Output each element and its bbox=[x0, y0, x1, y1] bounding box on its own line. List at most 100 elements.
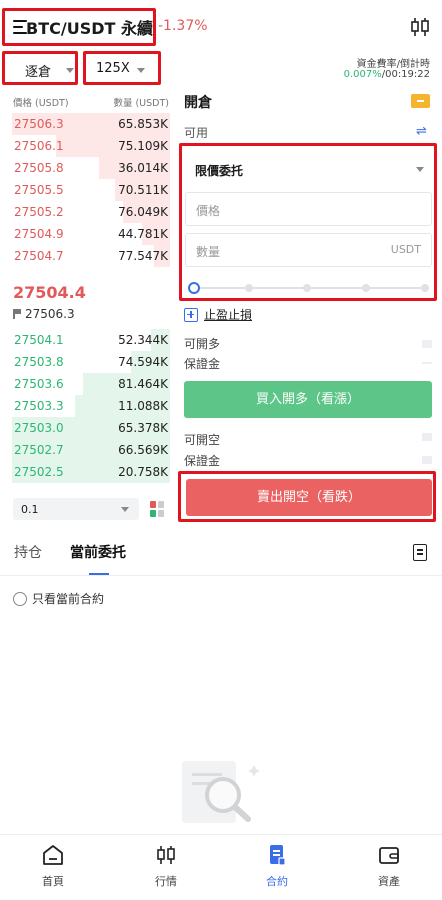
nav-home[interactable]: 首頁 bbox=[23, 843, 83, 889]
bid-quantity: 20.758K bbox=[118, 465, 168, 479]
contract-icon bbox=[270, 845, 286, 866]
ask-quantity: 75.109K bbox=[118, 139, 168, 153]
sell-short-button[interactable]: 賣出開空（看跌） bbox=[186, 479, 432, 516]
slider-step[interactable] bbox=[421, 284, 429, 292]
coupon-icon[interactable] bbox=[411, 94, 430, 108]
tp-sl-toggle[interactable]: 止盈止損 bbox=[184, 306, 252, 323]
bid-quantity: 74.594K bbox=[118, 355, 168, 369]
funding-countdown: /00:19:22 bbox=[381, 69, 430, 80]
slider-step[interactable] bbox=[245, 284, 253, 292]
candlestick-icon[interactable] bbox=[408, 15, 432, 39]
ask-row[interactable]: 27504.7 77.547K bbox=[12, 245, 170, 267]
qty-column-header: 數量 (USDT) bbox=[113, 98, 169, 109]
funding-values: 0.007%/00:19:22 bbox=[344, 69, 430, 80]
ask-quantity: 44.781K bbox=[118, 227, 168, 241]
margin-short-value bbox=[422, 456, 432, 464]
bid-quantity: 81.464K bbox=[118, 377, 168, 391]
buy-long-button[interactable]: 買入開多（看漲） bbox=[184, 381, 432, 418]
tab-positions[interactable]: 持仓 bbox=[14, 542, 42, 562]
can-open-short-value bbox=[422, 433, 432, 441]
margin-mode-value: 逐倉 bbox=[25, 65, 52, 80]
ask-row[interactable]: 27504.9 44.781K bbox=[12, 223, 170, 245]
mark-price-row: 27506.3 bbox=[13, 307, 75, 321]
can-open-long-value bbox=[422, 340, 432, 348]
amount-slider[interactable] bbox=[188, 282, 432, 294]
order-type-select[interactable]: 限價委托 bbox=[185, 149, 434, 187]
bid-row[interactable]: 27503.6 81.464K bbox=[12, 373, 170, 395]
funding-rate: 0.007% bbox=[343, 69, 382, 80]
can-open-long-label: 可開多 bbox=[184, 337, 221, 351]
ask-quantity: 76.049K bbox=[118, 205, 168, 219]
margin-long-label: 保證金 bbox=[184, 357, 221, 371]
nav-label: 合約 bbox=[266, 875, 288, 888]
bid-row[interactable]: 27502.5 20.758K bbox=[12, 461, 170, 483]
ask-price: 27504.7 bbox=[14, 249, 64, 263]
pair-selector[interactable]: BTC/USDT 永續 bbox=[2, 8, 156, 46]
bid-quantity: 52.344K bbox=[118, 333, 168, 347]
bid-row[interactable]: 27503.8 74.594K bbox=[12, 351, 170, 373]
leverage-value: 125X bbox=[96, 61, 130, 76]
orderbook-header: 價格 (USDT) 數量 (USDT) bbox=[13, 95, 169, 109]
transfer-icon[interactable]: ⇌ bbox=[416, 124, 427, 139]
order-type-value: 限價委托 bbox=[195, 164, 244, 178]
ask-row[interactable]: 27505.8 36.014K bbox=[12, 157, 170, 179]
bottom-nav: 首頁 行情 合約 資產 bbox=[0, 834, 442, 900]
nav-assets[interactable]: 資產 bbox=[359, 843, 419, 889]
bid-price: 27502.5 bbox=[14, 465, 64, 479]
bid-row[interactable]: 27503.0 65.378K bbox=[12, 417, 170, 439]
ask-price: 27505.8 bbox=[14, 161, 64, 175]
available-label: 可用 bbox=[184, 126, 209, 140]
ask-row[interactable]: 27505.5 70.511K bbox=[12, 179, 170, 201]
chevron-down-icon bbox=[66, 68, 74, 73]
leverage-select[interactable]: 125X bbox=[83, 51, 161, 85]
sell-short-container: 賣出開空（看跌） bbox=[178, 471, 436, 522]
bid-price: 27503.6 bbox=[14, 377, 64, 391]
depth-step-select[interactable]: 0.1 bbox=[13, 498, 139, 520]
bid-price: 27503.0 bbox=[14, 421, 64, 435]
ask-row[interactable]: 27505.2 76.049K bbox=[12, 201, 170, 223]
margin-long-value bbox=[422, 362, 432, 364]
last-price[interactable]: 27504.4 bbox=[13, 283, 86, 302]
nav-contract[interactable]: 合約 bbox=[247, 843, 307, 889]
ask-quantity: 70.511K bbox=[118, 183, 168, 197]
ask-quantity: 36.014K bbox=[118, 161, 168, 175]
price-change: -1.37% bbox=[158, 18, 208, 34]
orderbook-layout-icon[interactable] bbox=[150, 501, 164, 517]
bid-row[interactable]: 27503.3 11.088K bbox=[12, 395, 170, 417]
ask-row[interactable]: 27506.3 65.853K bbox=[12, 113, 170, 135]
order-history-icon[interactable] bbox=[413, 544, 427, 561]
pair-title: BTC/USDT 永續 bbox=[26, 19, 153, 38]
margin-mode-select[interactable]: 逐倉 bbox=[2, 51, 78, 85]
bid-price: 27502.7 bbox=[14, 443, 64, 457]
bid-row[interactable]: 27502.7 66.569K bbox=[12, 439, 170, 461]
chevron-down-icon bbox=[137, 68, 145, 73]
ask-price: 27506.1 bbox=[14, 139, 64, 153]
candlestick-icon bbox=[157, 846, 175, 864]
tp-sl-label: 止盈止損 bbox=[204, 308, 253, 322]
quantity-input[interactable]: 數量 USDT bbox=[185, 233, 432, 267]
ask-price: 27506.3 bbox=[14, 117, 64, 131]
bid-row[interactable]: 27504.1 52.344K bbox=[12, 329, 170, 351]
nav-market[interactable]: 行情 bbox=[136, 843, 196, 889]
wallet-icon bbox=[379, 847, 399, 864]
price-placeholder: 價格 bbox=[196, 204, 221, 218]
slider-knob[interactable] bbox=[188, 282, 200, 294]
nav-label: 行情 bbox=[155, 875, 177, 888]
chevron-down-icon bbox=[416, 167, 424, 172]
ask-price: 27504.9 bbox=[14, 227, 64, 241]
only-current-contract-toggle[interactable]: 只看當前合約 bbox=[13, 590, 104, 607]
slider-step[interactable] bbox=[362, 284, 370, 292]
only-current-label: 只看當前合約 bbox=[32, 592, 105, 606]
bid-quantity: 65.378K bbox=[118, 421, 168, 435]
radio-icon bbox=[13, 591, 27, 606]
can-open-short-label: 可開空 bbox=[184, 433, 221, 447]
tab-open-orders[interactable]: 當前委托 bbox=[70, 542, 126, 562]
depth-step-value: 0.1 bbox=[21, 503, 39, 516]
order-form: 限價委托 價格 數量 USDT bbox=[179, 143, 437, 301]
ask-row[interactable]: 27506.1 75.109K bbox=[12, 135, 170, 157]
flag-icon bbox=[13, 309, 21, 319]
slider-step[interactable] bbox=[303, 284, 311, 292]
price-input[interactable]: 價格 bbox=[185, 192, 432, 226]
bid-price: 27504.1 bbox=[14, 333, 64, 347]
funding-label: 資金費率/倒計時 bbox=[356, 59, 430, 70]
